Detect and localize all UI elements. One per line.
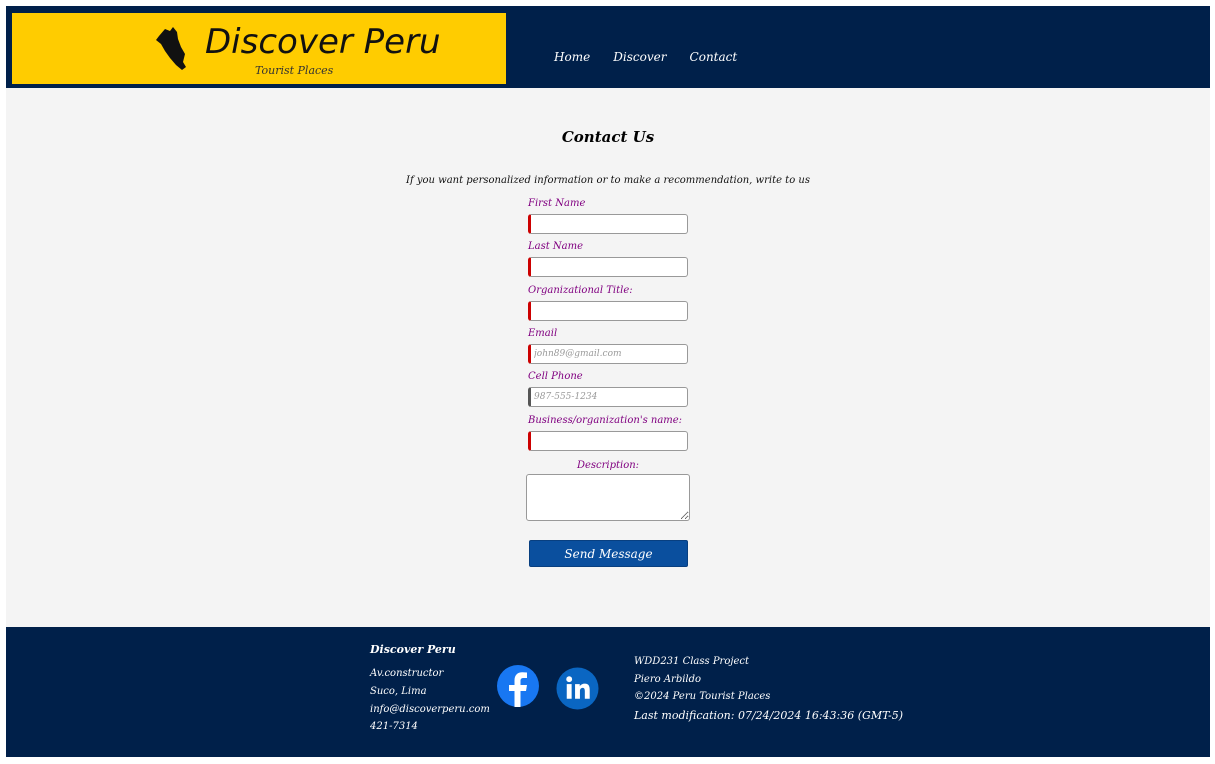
brand-title: Discover Peru	[205, 22, 441, 62]
cell-phone-group: Cell Phone	[528, 371, 688, 407]
nav-home-link[interactable]: Home	[554, 50, 590, 64]
footer-email-line: info@discoverperu.com	[370, 704, 490, 715]
last-name-input[interactable]	[528, 257, 688, 277]
footer-last-modified: Last modification: 07/24/2024 16:43:36 (…	[634, 709, 904, 722]
org-title-group: Organizational Title:	[528, 285, 688, 321]
email-group: Email	[528, 328, 688, 364]
footer-title: Discover Peru	[370, 643, 456, 656]
description-label: Description:	[576, 460, 640, 471]
email-input[interactable]	[528, 344, 688, 364]
business-name-input[interactable]	[528, 431, 688, 451]
footer-phone-line: 421-7314	[370, 721, 418, 732]
last-name-label: Last Name	[528, 241, 584, 252]
page-title: Contact Us	[561, 128, 655, 146]
business-name-label: Business/organization's name:	[528, 415, 683, 426]
email-label: Email	[528, 328, 558, 339]
brand-subtitle: Tourist Places	[255, 64, 334, 77]
business-name-group: Business/organization's name:	[528, 415, 688, 451]
footer-copyright-line: ©2024 Peru Tourist Places	[634, 691, 771, 702]
first-name-label: First Name	[528, 198, 586, 209]
description-textarea[interactable]	[526, 474, 690, 521]
footer-author-line: Piero Arbildo	[634, 674, 702, 685]
footer-city-line: Suco, Lima	[370, 686, 427, 697]
first-name-group: First Name	[528, 198, 688, 234]
site-header: Discover Peru Tourist Places Home Discov…	[6, 6, 1210, 88]
page-frame: Discover Peru Tourist Places Home Discov…	[6, 6, 1210, 757]
facebook-icon[interactable]	[496, 664, 540, 708]
org-title-input[interactable]	[528, 301, 688, 321]
footer-address-line: Av.constructor	[370, 668, 444, 679]
cell-phone-input[interactable]	[528, 387, 688, 407]
peru-map-icon	[156, 27, 186, 70]
cell-phone-label: Cell Phone	[528, 371, 583, 382]
nav-contact-link[interactable]: Contact	[690, 50, 738, 64]
org-title-label: Organizational Title:	[528, 285, 633, 296]
brand-banner[interactable]: Discover Peru Tourist Places	[12, 13, 506, 84]
nav-discover-link[interactable]: Discover	[613, 50, 666, 64]
site-footer: Discover Peru Av.constructor Suco, Lima …	[6, 627, 1210, 757]
send-message-button[interactable]: Send Message	[529, 540, 688, 567]
intro-text: If you want personalized information or …	[406, 175, 810, 186]
main-nav: Home Discover Contact	[554, 46, 755, 65]
footer-project-line: WDD231 Class Project	[634, 656, 749, 667]
linkedin-icon[interactable]	[556, 667, 599, 710]
last-name-group: Last Name	[528, 241, 688, 277]
first-name-input[interactable]	[528, 214, 688, 234]
contact-section: Contact Us If you want personalized info…	[6, 88, 1210, 627]
